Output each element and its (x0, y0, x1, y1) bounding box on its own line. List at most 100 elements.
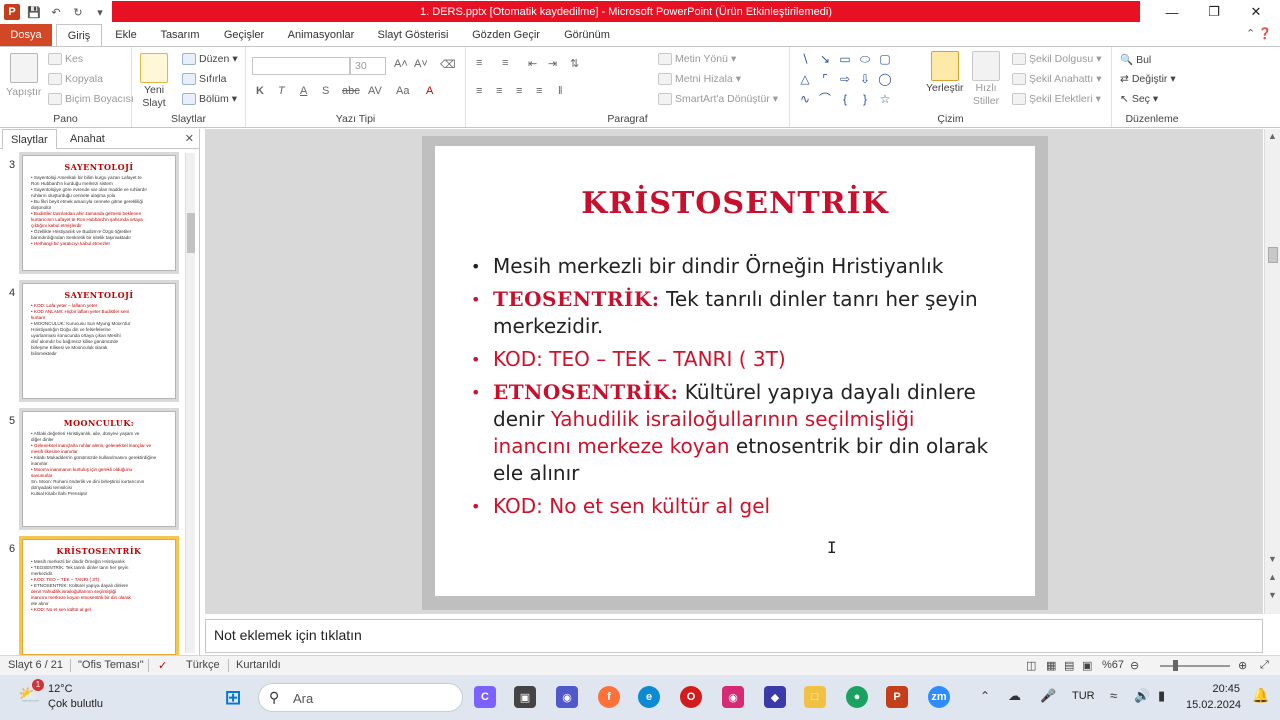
tab-ekle[interactable]: Ekle (108, 24, 144, 46)
chrome-icon[interactable]: ● (846, 686, 868, 708)
tab-gorunum[interactable]: Görünüm (556, 24, 618, 46)
reading-view-icon[interactable]: ▤ (1064, 659, 1074, 672)
minimize-button[interactable]: — (1150, 2, 1194, 22)
shape-outline-button[interactable]: Şekil Anahattı ▾ (1012, 73, 1102, 85)
align-left-icon[interactable]: ≡ (476, 85, 482, 97)
volume-icon[interactable]: 🔊 (1134, 688, 1150, 704)
opera-icon[interactable]: O (680, 686, 702, 708)
copilot-icon[interactable]: C (474, 686, 496, 708)
slide-thumbnail-3[interactable]: SAYENTOLOJİ • Sayentoloji Amerikalı bir … (22, 155, 176, 271)
notes-pane[interactable]: Not eklemek için tıklatın (205, 619, 1263, 653)
change-case-icon[interactable]: Aa (396, 85, 409, 97)
redo-icon[interactable]: ↻ (70, 4, 86, 20)
slide-thumbnail-4[interactable]: SAYENTOLOJİ • KOD: Lafa yeter – lafların… (22, 283, 176, 399)
copy-button[interactable]: Kopyala (48, 73, 103, 85)
battery-icon[interactable]: ▮ (1158, 688, 1165, 704)
rectangle-shape-icon[interactable]: ▭ (838, 53, 852, 65)
normal-view-icon[interactable]: ◫ (1026, 659, 1036, 672)
replace-button[interactable]: ⇄ Değiştir ▾ (1120, 73, 1176, 85)
slide-thumbnail-6[interactable]: KRİSTOSENTRİK • Mesih merkezli bir dindi… (19, 536, 179, 658)
tab-tasarim[interactable]: Tasarım (152, 24, 208, 46)
triangle-shape-icon[interactable]: △ (798, 73, 812, 85)
shrink-font-icon[interactable]: A˅ (414, 58, 428, 70)
app-icon[interactable]: ◆ (764, 686, 786, 708)
connector-shape-icon[interactable]: ⌜ (818, 73, 832, 85)
language[interactable]: Türkçe (186, 659, 220, 671)
zoom-level[interactable]: %67 (1102, 659, 1124, 671)
workspace-scrollbar[interactable]: ▲ ▼ ▲ ▼ (1264, 129, 1280, 614)
scrollbar-thumb[interactable] (1268, 247, 1278, 263)
decrease-indent-icon[interactable]: ⇤ (528, 57, 537, 70)
slide-thumbnail-5[interactable]: MOONCULUK: • Ahlaki değerleri Hıristiyan… (22, 411, 176, 527)
taskbar-search[interactable]: ⚲ Ara (258, 683, 463, 712)
spellcheck-icon[interactable]: ✓ (158, 659, 167, 672)
tab-animasyonlar[interactable]: Animasyonlar (280, 24, 362, 46)
down-arrow-shape-icon[interactable]: ⇩ (858, 73, 872, 85)
chevron-up-icon[interactable]: ⌃ (980, 689, 990, 703)
zoom-icon[interactable]: zm (928, 686, 950, 708)
edge-icon[interactable]: e (638, 686, 660, 708)
slide-title[interactable]: KRİSTOSENTRİK (435, 186, 1035, 221)
brace-right-shape-icon[interactable]: } (858, 93, 872, 105)
arrange-button[interactable]: Yerleştir (926, 51, 964, 94)
clear-format-icon[interactable]: ⌫ (440, 58, 456, 71)
clock-time[interactable]: 20:45 (1186, 683, 1240, 695)
close-button[interactable]: ✕ (1234, 2, 1278, 22)
tab-dosya[interactable]: Dosya (0, 24, 52, 46)
font-color-icon[interactable]: A (426, 85, 433, 97)
align-center-icon[interactable]: ≡ (496, 85, 502, 97)
close-icon[interactable]: ✕ (185, 132, 194, 145)
next-slide-icon[interactable]: ▼ (1268, 590, 1277, 600)
line-spacing-icon[interactable]: ⇅ (570, 57, 579, 70)
paste-button[interactable]: Yapıştır (6, 53, 41, 98)
powerpoint-logo-icon[interactable]: P (4, 4, 20, 20)
scrollbar-thumb[interactable] (187, 213, 195, 253)
windows-start-icon[interactable]: ⊞ (222, 686, 244, 709)
align-text-button[interactable]: Metni Hizala ▾ (658, 73, 741, 85)
undo-icon[interactable]: ↶ (48, 4, 64, 20)
slides-scrollbar[interactable] (185, 153, 195, 653)
tab-giris[interactable]: Giriş (56, 24, 102, 46)
tab-anahat-pane[interactable]: Anahat (62, 129, 113, 149)
fit-to-window-icon[interactable]: ⤢ (1260, 659, 1269, 672)
font-size-combo[interactable]: 30 (350, 57, 386, 75)
layout-button[interactable]: Düzen ▾ (182, 53, 238, 65)
shape-effects-button[interactable]: Şekil Efektleri ▾ (1012, 93, 1101, 105)
firefox-icon[interactable]: f (598, 686, 620, 708)
smartart-button[interactable]: SmartArt'a Dönüştür ▾ (658, 93, 778, 105)
reset-button[interactable]: Sıfırla (182, 73, 226, 85)
star-shape-icon[interactable]: ☆ (878, 93, 892, 105)
scroll-down-icon[interactable]: ▼ (1268, 554, 1277, 564)
microphone-icon[interactable]: 🎤 (1040, 688, 1056, 704)
new-slide-button[interactable]: Yeni Slayt (140, 53, 168, 109)
brace-left-shape-icon[interactable]: { (838, 93, 852, 105)
shape-fill-button[interactable]: Şekil Dolgusu ▾ (1012, 53, 1101, 65)
tab-gozden-gecir[interactable]: Gözden Geçir (464, 24, 548, 46)
input-language[interactable]: TUR (1072, 690, 1095, 702)
shadow-icon[interactable]: S (322, 85, 329, 97)
wifi-icon[interactable]: ≈ (1110, 688, 1117, 703)
customize-qat-icon[interactable]: ▾ (92, 4, 108, 20)
grow-font-icon[interactable]: A˄ (394, 58, 408, 70)
task-view-icon[interactable]: ▣ (514, 686, 536, 708)
underline-icon[interactable]: A (300, 85, 307, 97)
select-button[interactable]: ↖ Seç ▾ (1120, 93, 1158, 105)
columns-icon[interactable]: ‖ (558, 85, 563, 97)
teams-chat-icon[interactable]: ◉ (556, 686, 578, 708)
text-direction-button[interactable]: Metin Yönü ▾ (658, 53, 736, 65)
numbering-icon[interactable]: ≡ (502, 57, 508, 69)
help-icon[interactable]: ⌃ ❓ (1246, 27, 1272, 40)
quick-styles-button[interactable]: Hızlı Stiller (972, 51, 1000, 107)
bold-icon[interactable]: K (256, 85, 264, 97)
right-arrow-shape-icon[interactable]: ⇨ (838, 73, 852, 85)
zoom-slider[interactable] (1160, 665, 1230, 667)
justify-icon[interactable]: ≡ (536, 85, 542, 97)
scroll-up-icon[interactable]: ▲ (1268, 131, 1277, 141)
spacing-icon[interactable]: AV (368, 85, 382, 97)
tab-gecisler[interactable]: Geçişler (216, 24, 272, 46)
slide-sorter-icon[interactable]: ▦ (1046, 659, 1056, 672)
notification-bell-icon[interactable]: 🔔 (1252, 687, 1269, 704)
onedrive-icon[interactable]: ☁ (1008, 688, 1021, 704)
line-shape-icon[interactable]: ∖ (798, 53, 812, 65)
zoom-out-icon[interactable]: ⊖ (1130, 659, 1139, 672)
